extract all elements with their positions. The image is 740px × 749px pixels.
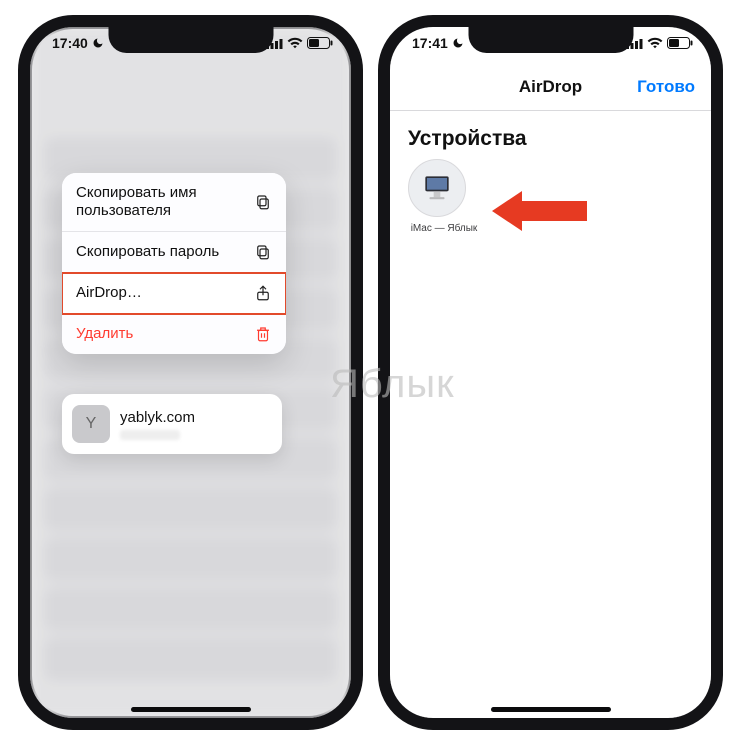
share-icon [254,284,272,302]
nav-bar: AirDrop Готово [390,63,711,111]
do-not-disturb-icon [92,37,104,49]
menu-copy-password[interactable]: Скопировать пароль [62,232,286,273]
menu-item-label: AirDrop… [76,284,254,302]
notch [468,25,633,53]
section-header-devices: Устройства [390,111,711,159]
context-menu: Скопировать имя пользователя Скопировать… [62,173,286,354]
copy-icon [254,193,272,211]
watermark-text: Яблык [330,362,455,407]
status-time: 17:40 [52,35,88,51]
wifi-icon [287,37,303,49]
device-avatar [408,159,466,217]
home-indicator[interactable] [491,707,611,712]
menu-airdrop[interactable]: AirDrop… [62,273,286,314]
menu-item-label: Скопировать имя пользователя [76,184,254,220]
notch [108,25,273,53]
site-title: yablyk.com [120,409,195,426]
menu-item-label: Удалить [76,325,254,343]
battery-icon [667,37,693,49]
done-button[interactable]: Готово [637,77,695,97]
screen: Скопировать имя пользователя Скопировать… [30,27,351,718]
device-label: iMac — Яблык [408,223,480,235]
airdrop-device[interactable]: iMac — Яблык [408,159,480,235]
annotation-arrow-icon [492,185,587,237]
do-not-disturb-icon [452,37,464,49]
status-time: 17:41 [412,35,448,51]
home-indicator[interactable] [131,707,251,712]
menu-delete[interactable]: Удалить [62,314,286,354]
copy-icon [254,243,272,261]
phone-frame-left: 17:40 [18,15,363,730]
password-preview-card[interactable]: Y yablyk.com [62,394,282,454]
site-favicon: Y [72,405,110,443]
nav-title: AirDrop [519,77,582,97]
site-subtitle-redacted [120,430,180,440]
menu-copy-username[interactable]: Скопировать имя пользователя [62,173,286,232]
menu-item-label: Скопировать пароль [76,243,254,261]
trash-icon [254,325,272,343]
battery-icon [307,37,333,49]
wifi-icon [647,37,663,49]
